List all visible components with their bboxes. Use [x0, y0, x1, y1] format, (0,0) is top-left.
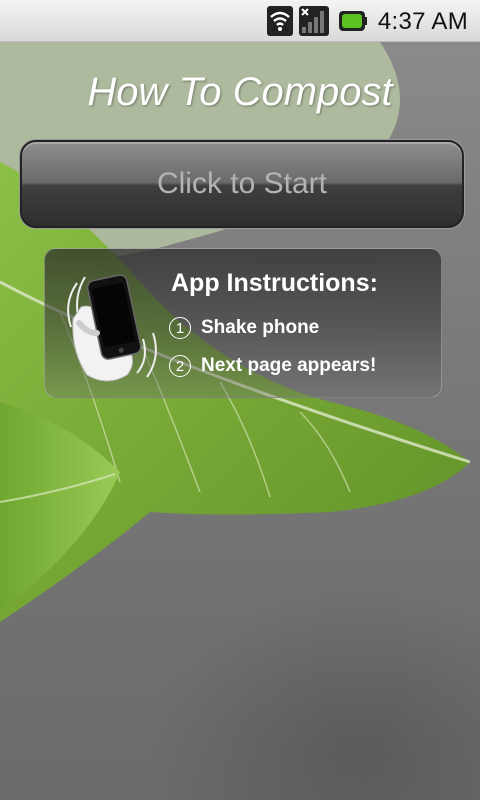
- step-2-number-icon: 2: [169, 355, 191, 377]
- instruction-step-1: 1 Shake phone: [169, 317, 319, 339]
- wifi-icon: [267, 6, 293, 36]
- signal-icon: [299, 6, 329, 36]
- page-title: How To Compost: [87, 70, 393, 114]
- instruction-step-2: 2 Next page appears!: [169, 355, 376, 377]
- instructions-panel: App Instructions: 1 Shake phone 2 Next pag…: [44, 248, 442, 398]
- battery-icon: [339, 11, 367, 31]
- step-1-number-icon: 1: [169, 317, 191, 339]
- status-time: 4:37 AM: [377, 8, 468, 35]
- instructions-heading: App Instructions:: [171, 269, 378, 297]
- status-bar: 4:37 AM: [0, 0, 480, 42]
- shake-phone-icon: [67, 274, 157, 382]
- start-button-label: Click to Start: [156, 167, 328, 200]
- step-2-text: Next page appears!: [201, 355, 377, 377]
- step-1-text: Shake phone: [201, 317, 320, 339]
- start-button[interactable]: Click to Start: [20, 140, 464, 228]
